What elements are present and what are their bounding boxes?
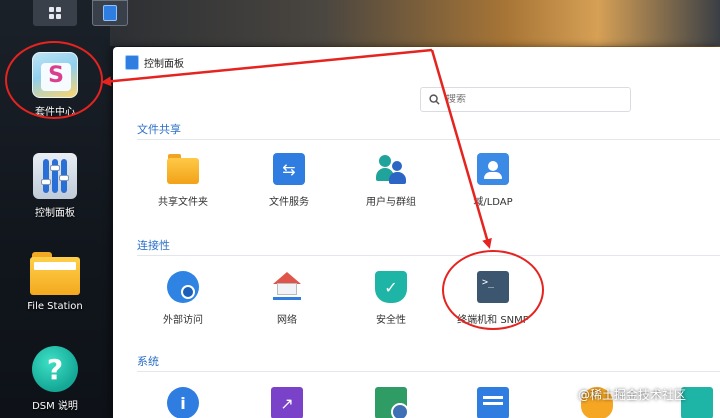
watermark: @稀土掘金技术社区 xyxy=(578,388,687,402)
annotation-arrow-to-terminal xyxy=(430,49,492,249)
annotation-arrows xyxy=(101,48,492,249)
annotation-arrow-to-package-center xyxy=(101,48,433,87)
